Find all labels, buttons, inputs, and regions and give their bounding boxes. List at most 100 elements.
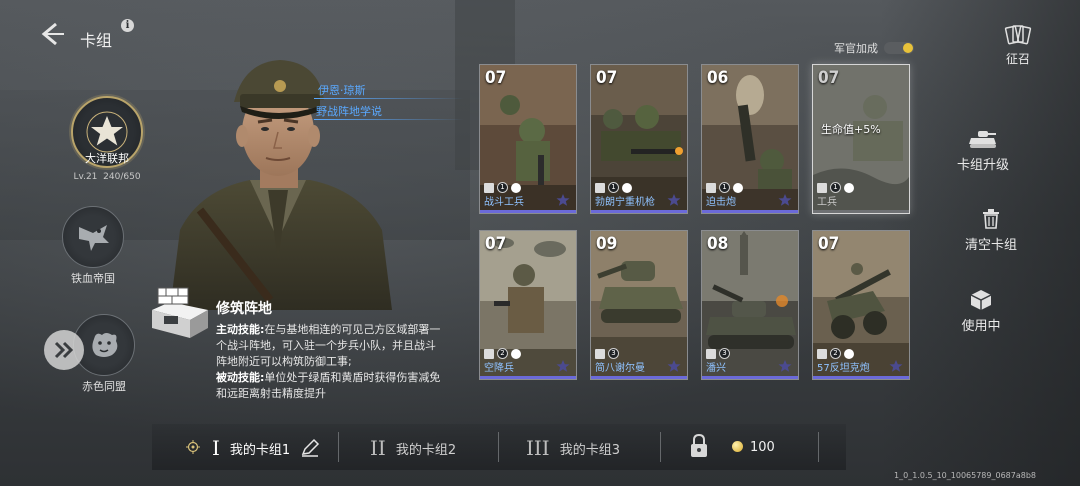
machine-gun-class-icon — [595, 182, 605, 193]
card-level: 3 — [608, 348, 619, 359]
toggle-switch[interactable] — [884, 42, 914, 54]
card-cost: 07 — [818, 234, 840, 254]
unit-card[interactable]: 09 3 简八谢尔曼 — [590, 230, 688, 380]
deck-upgrade-label: 卡组升级 — [956, 158, 1009, 173]
card-stats: 1 — [706, 182, 743, 193]
card-level: 3 — [719, 348, 730, 359]
in-use-button[interactable]: 使用中 — [946, 287, 1016, 334]
unit-card[interactable]: 08 3 潘兴 — [701, 230, 799, 380]
faction-name: 赤色同盟 — [82, 380, 126, 393]
card-name: 潘兴 — [706, 363, 726, 374]
card-name: 简八谢尔曼 — [595, 363, 645, 374]
coin-amount: 100 — [750, 440, 775, 455]
commander-name: 伊恩·琼斯 — [318, 84, 366, 97]
faction-oceanic-federation[interactable]: 大洋联邦 Lv.21 240/650 — [62, 96, 152, 182]
deck-tab-label: 我的卡组1 — [229, 442, 291, 458]
deck-roman-numeral: II — [370, 436, 386, 460]
version-text: 1_0_1.0.5_10_10065789_0687a8b8 — [894, 471, 1036, 480]
card-stats: 3 — [595, 348, 619, 359]
clear-deck-label: 清空卡组 — [964, 238, 1017, 253]
deck-upgrade-button[interactable]: 卡组升级 — [948, 126, 1018, 173]
card-rarity-bar — [591, 376, 687, 379]
tab-divider — [338, 432, 339, 462]
deck-tab-label: 我的卡组3 — [559, 442, 620, 458]
faction-name: 铁血帝国 — [71, 272, 115, 285]
card-name: 57反坦克炮 — [817, 363, 870, 374]
star-icon — [556, 360, 570, 372]
card-cost: 07 — [485, 68, 507, 88]
deck-tab-3[interactable]: III 我的卡组3 — [526, 434, 620, 462]
card-cost: 07 — [485, 234, 507, 254]
card-level: 1 — [719, 182, 730, 193]
engineer-class-icon — [817, 182, 827, 193]
card-cost: 06 — [707, 68, 729, 88]
mortar-class-icon — [706, 182, 716, 193]
card-name: 空降兵 — [484, 363, 514, 374]
unit-card[interactable]: 07 1 战斗工兵 — [479, 64, 577, 214]
expand-panel-button[interactable] — [44, 330, 84, 370]
card-rarity-bar — [813, 376, 909, 379]
divider — [314, 119, 464, 120]
card-bonus: 生命值+5% — [821, 123, 881, 136]
unit-card[interactable]: 06 1 迫击炮 — [701, 64, 799, 214]
card-cost: 08 — [707, 234, 729, 254]
faction-flag-icon — [622, 182, 632, 193]
anti-tank-class-icon — [817, 348, 827, 359]
card-stats: 1 — [817, 182, 854, 193]
double-chevron-right-icon — [54, 341, 74, 359]
faction-iron-empire[interactable]: 铁血帝国 — [48, 206, 138, 286]
officer-bonus-toggle[interactable]: 军官加成 — [834, 40, 914, 56]
deck-tab-label: 我的卡组2 — [395, 442, 457, 458]
card-level: 1 — [830, 182, 841, 193]
officer-bonus-label: 军官加成 — [834, 42, 878, 55]
star-icon — [889, 360, 903, 372]
tab-divider — [660, 432, 661, 462]
recruit-button[interactable]: 征召 — [996, 22, 1040, 67]
star-icon — [778, 194, 792, 206]
card-rarity-bar — [813, 210, 909, 213]
unit-card[interactable]: 07 2 空降兵 — [479, 230, 577, 380]
card-rarity-bar — [702, 376, 798, 379]
lock-icon[interactable] — [690, 434, 708, 458]
box-icon — [966, 287, 996, 313]
crosshair-icon — [186, 440, 200, 454]
cards-icon — [1003, 22, 1033, 48]
unit-card-locked[interactable]: 07 生命值+5% 1 工兵 — [812, 64, 910, 214]
card-stats: 3 — [706, 348, 730, 359]
skill-title: 修筑阵地 — [216, 301, 272, 317]
clear-deck-button[interactable]: 清空卡组 — [956, 206, 1026, 253]
tab-divider — [818, 432, 819, 462]
engineer-class-icon — [484, 182, 494, 193]
chevron-left-icon — [41, 22, 64, 46]
tank-class-icon — [706, 348, 716, 359]
card-level: 2 — [830, 348, 841, 359]
deck-roman-numeral: III — [526, 436, 550, 460]
unit-card[interactable]: 07 1 勃朗宁重机枪 — [590, 64, 688, 214]
back-button[interactable] — [38, 20, 66, 48]
faction-flag-icon — [511, 348, 521, 359]
star-icon — [778, 360, 792, 372]
commander-doctrine: 野战阵地学说 — [316, 105, 382, 118]
card-level: 1 — [497, 182, 508, 193]
card-stats: 2 — [484, 348, 521, 359]
unit-card[interactable]: 07 2 57反坦克炮 — [812, 230, 910, 380]
card-rarity-bar — [702, 210, 798, 213]
deck-tab-2[interactable]: II 我的卡组2 — [370, 434, 456, 462]
star-icon — [667, 194, 681, 206]
card-cost: 09 — [596, 234, 618, 254]
edit-icon[interactable] — [300, 438, 320, 458]
deck-tab-1[interactable]: I 我的卡组1 — [212, 434, 320, 462]
commander-portrait — [160, 40, 400, 310]
xp-text: 240/650 — [103, 172, 141, 182]
card-stats: 2 — [817, 348, 854, 359]
skill-description: 主动技能:在与基地相连的可见己方区域部署一个战斗阵地，可入驻一个步兵小队，并且战… — [216, 322, 444, 402]
info-icon[interactable]: i — [121, 19, 134, 32]
divider — [314, 98, 464, 99]
passive-skill-label: 被动技能: — [216, 371, 265, 384]
card-stats: 1 — [484, 182, 521, 193]
card-name: 工兵 — [817, 197, 837, 208]
star-icon — [556, 194, 570, 206]
card-cost: 07 — [596, 68, 618, 88]
trash-icon — [976, 206, 1006, 232]
star-icon — [667, 360, 681, 372]
